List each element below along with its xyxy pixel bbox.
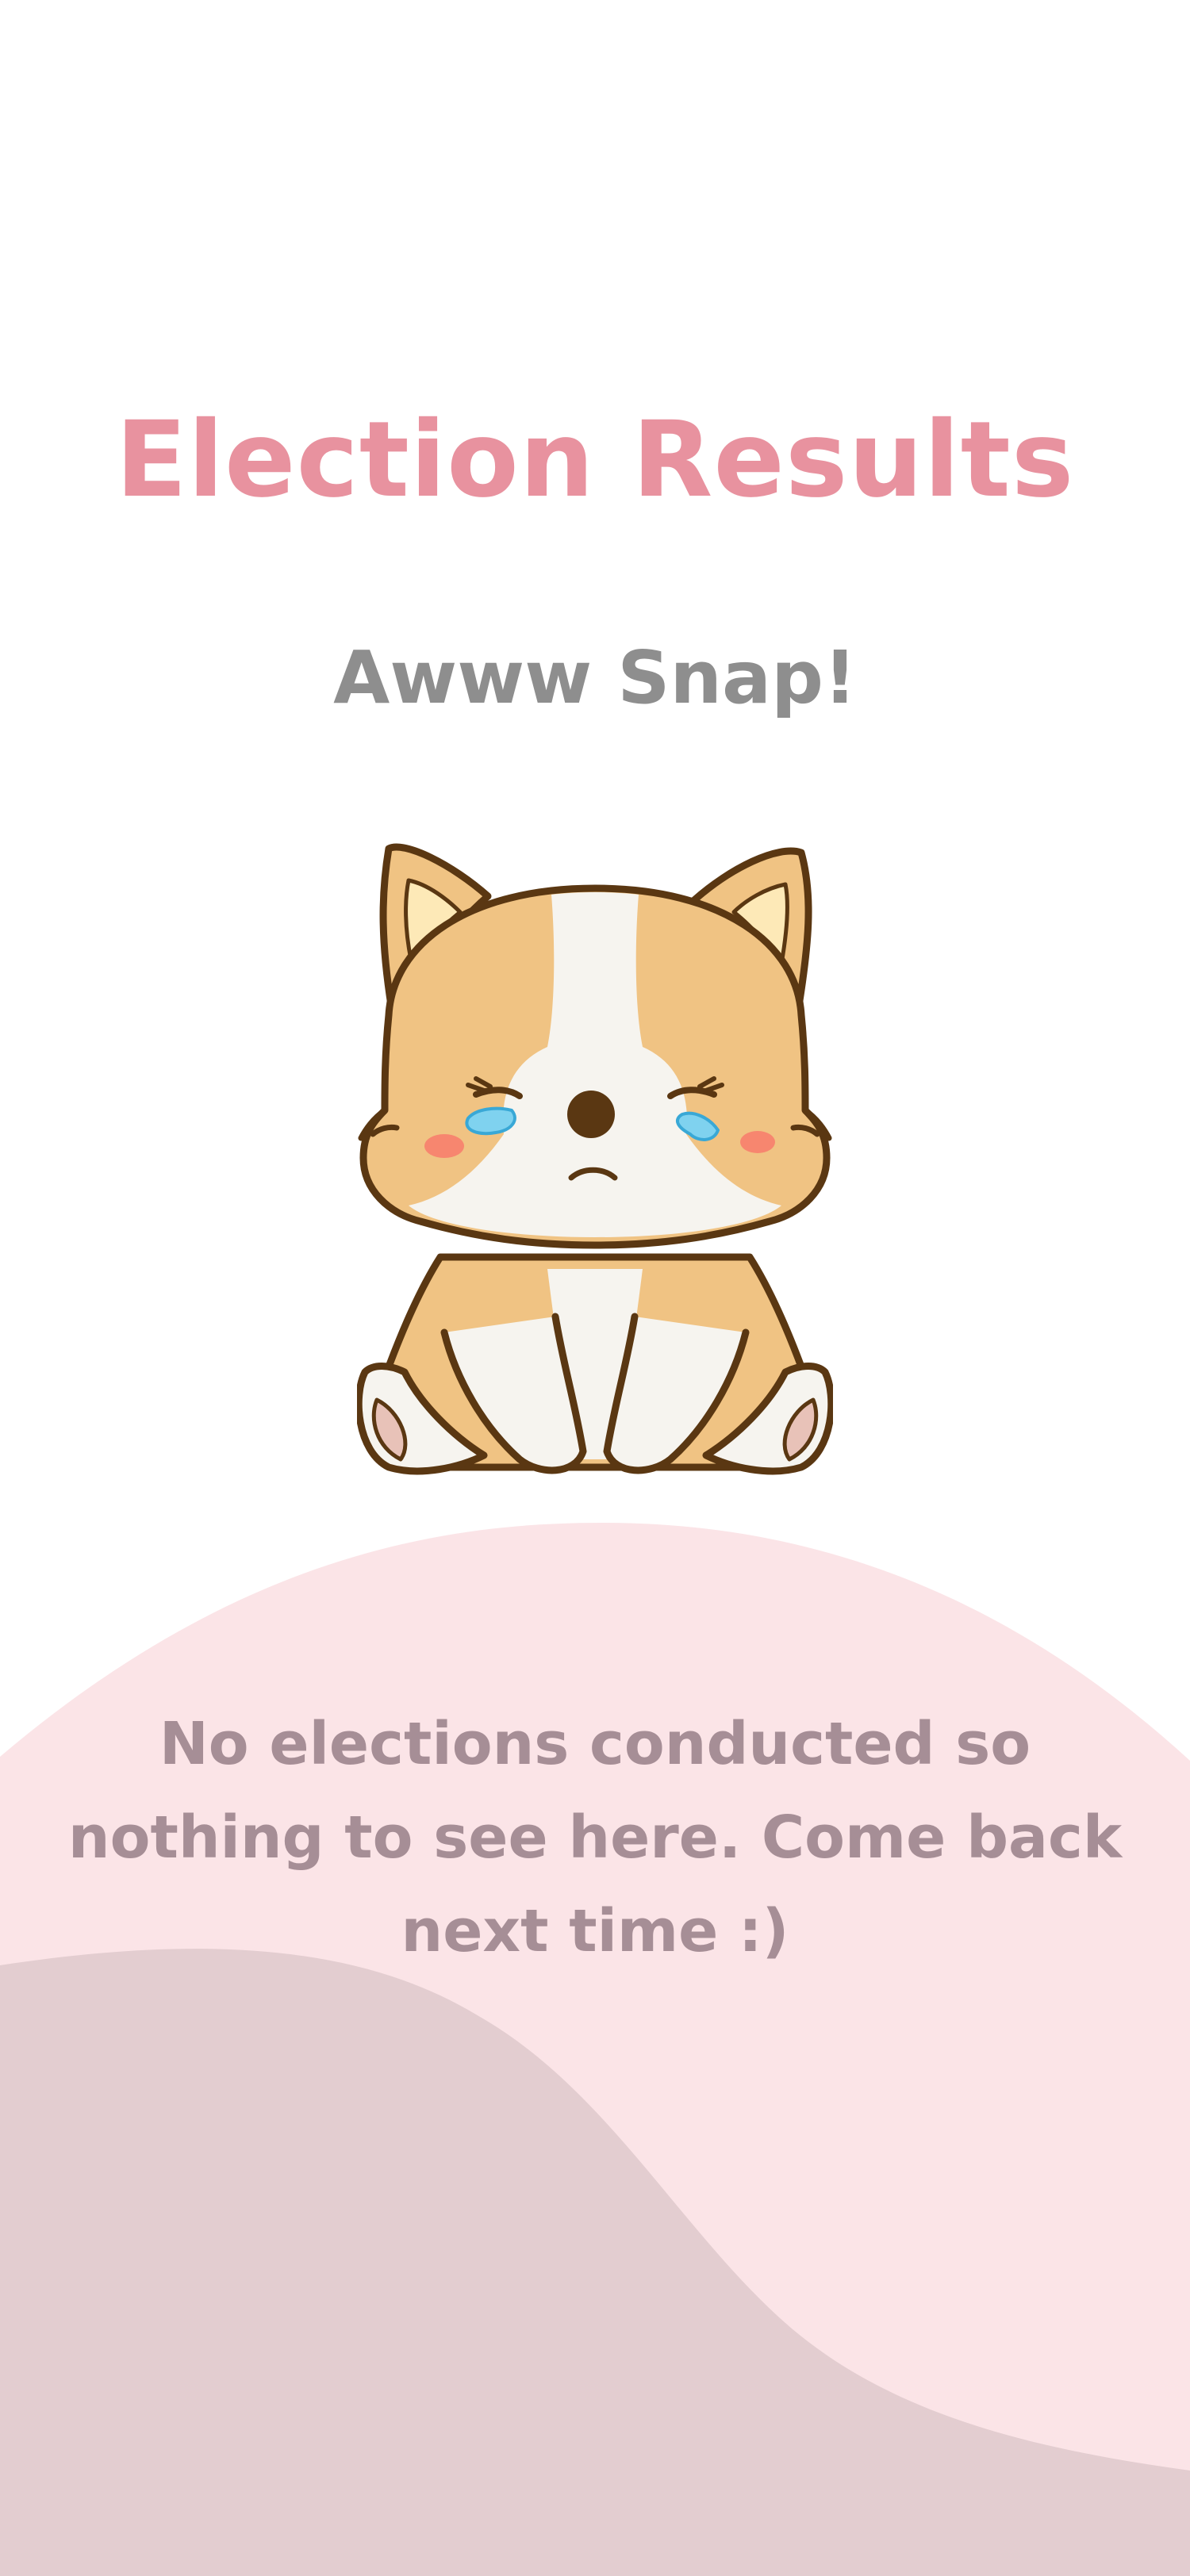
empty-state-heading: Awww Snap! bbox=[333, 635, 857, 720]
empty-state-screen: Election Results Awww Snap! No elections… bbox=[0, 0, 1190, 2576]
right-blush bbox=[740, 1131, 775, 1153]
empty-state-message: No elections conducted so nothing to see… bbox=[67, 1710, 1123, 1965]
page-title: Election Results bbox=[115, 399, 1075, 521]
nose bbox=[567, 1091, 615, 1138]
crying-corgi-illustration bbox=[357, 843, 833, 1475]
left-tear bbox=[465, 1106, 516, 1136]
left-blush bbox=[424, 1134, 464, 1158]
